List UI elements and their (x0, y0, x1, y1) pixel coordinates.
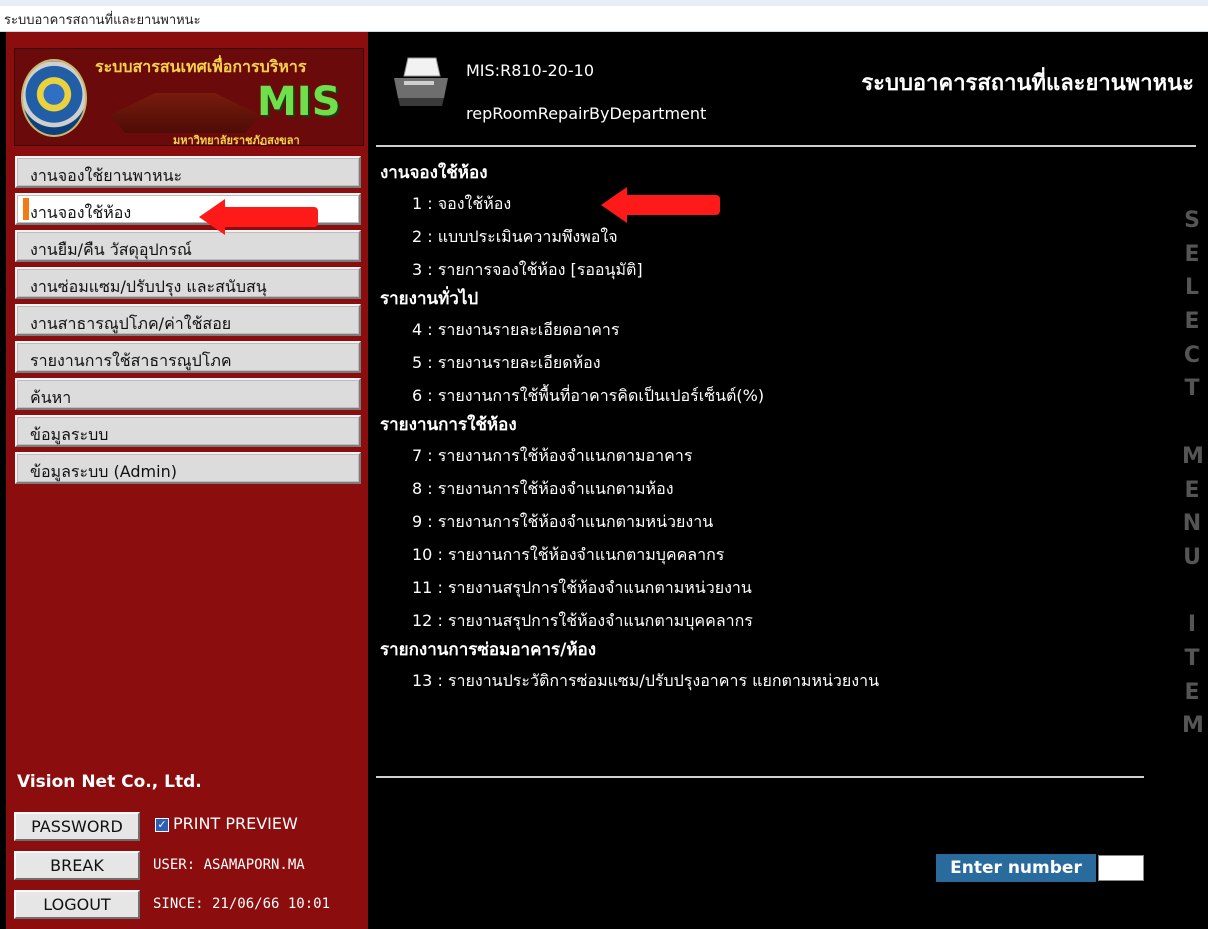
menu-item[interactable]: 6 : รายงานการใช้พื้นที่อาคารคิดเป็นเปอร์… (380, 379, 1160, 412)
vertical-letter: T (1184, 645, 1200, 671)
vertical-letter: M (1182, 713, 1204, 739)
sidebar-item-label: ข้อมูลระบบ (Admin) (30, 462, 177, 481)
sidebar-item-label: งานจองใช้ยานพาหนะ (30, 166, 183, 185)
annotation-arrow-head (199, 199, 225, 235)
active-marker (23, 235, 29, 257)
active-marker (23, 161, 29, 183)
annotation-arrow-head (601, 187, 627, 223)
active-marker (23, 272, 29, 294)
titlebar-strip (0, 0, 1208, 6)
active-marker (23, 309, 29, 331)
header-divider (376, 145, 1196, 147)
break-button[interactable]: BREAK (14, 851, 140, 880)
enter-number-label: Enter number (936, 854, 1096, 882)
list-divider (376, 776, 1144, 778)
mis-logo: ระบบสารสนเทศเพื่อการบริหาร MIS มหาวิทยาล… (14, 48, 364, 146)
menu-item[interactable]: 5 : รายงานรายละเอียดห้อง (380, 346, 1160, 379)
sidebar-menu: งานจองใช้ยานพาหนะ งานจองใช้ห้อง งานยืม/คืน… (15, 156, 361, 489)
menu-group-title: รายงานการใช้ห้อง (380, 415, 517, 435)
vertical-letter: E (1184, 477, 1200, 503)
sidebar-item[interactable]: ข้อมูลระบบ (15, 415, 361, 447)
menu-item[interactable]: 3 : รายการจองใช้ห้อง [รออนุมัติ] (380, 253, 1160, 286)
vertical-letter: M (1182, 443, 1204, 469)
sidebar-item[interactable]: งานสาธารณูปโภค/ค่าใช้สอย (15, 304, 361, 336)
menu-item[interactable]: 10 : รายงานการใช้ห้องจำแนกตามบุคคลากร (380, 538, 1160, 571)
logout-button[interactable]: LOGOUT (14, 890, 140, 919)
menu-group-title: รายงานทั่วไป (380, 289, 479, 309)
sidebar-item[interactable]: งานซ่อมแซม/ปรับปรุง และสนับสนุ (15, 267, 361, 299)
sidebar-item[interactable]: รายงานการใช้สาธารณูปโภค (15, 341, 361, 373)
sidebar-item-label: งานยืม/คืน วัสดุอุปกรณ์ (30, 240, 192, 259)
password-button[interactable]: PASSWORD (14, 812, 140, 841)
sidebar-item-label: งานซ่อมแซม/ปรับปรุง และสนับสนุ (30, 277, 267, 296)
sidebar-item[interactable]: ข้อมูลระบบ (Admin) (15, 452, 361, 484)
report-name: repRoomRepairByDepartment (466, 104, 707, 123)
sidebar: ระบบสารสนเทศเพื่อการบริหาร MIS มหาวิทยาล… (6, 32, 368, 929)
vertical-letter: T (1184, 376, 1200, 402)
active-marker (23, 383, 29, 405)
select-menu-item-vertical-text: SELECT MENU ITEM (1182, 208, 1204, 747)
menu-item[interactable]: 13 : รายงานประวัติการซ่อมแซม/ปรับปรุงอาค… (380, 664, 1160, 697)
logo-text-bottom: มหาวิทยาลัยราชภัฏสงขลา (173, 134, 300, 146)
menu-item[interactable]: 12 : รายงานสรุปการใช้ห้องจำแนกตามบุคคลาก… (380, 604, 1160, 637)
window-title: ระบบอาคารสถานที่และยานพาหนะ (4, 13, 201, 28)
session-since: SINCE: 21/06/66 10:01 (153, 896, 331, 912)
system-title: ระบบอาคารสถานที่และยานพาหนะ (861, 71, 1194, 96)
active-marker (23, 346, 29, 368)
print-preview-label: PRINT PREVIEW (173, 814, 298, 833)
print-preview-checkbox[interactable]: ✓ (155, 818, 169, 832)
enter-number-panel: Enter number (936, 854, 1148, 882)
sidebar-item-label: ค้นหา (30, 388, 72, 407)
report-code: MIS:R810-20-10 (466, 61, 594, 80)
vertical-letter: S (1184, 208, 1200, 233)
vertical-letter: E (1184, 309, 1200, 335)
vertical-letter: E (1184, 241, 1200, 267)
vertical-letter (1182, 579, 1202, 613)
vertical-letter: C (1183, 342, 1201, 368)
report-menu-list: งานจองใช้ห้อง 1 : จองใช้ห้อง 2 : แบบประเมิ… (380, 160, 1160, 697)
active-marker (23, 198, 29, 220)
vertical-letter: I (1187, 612, 1197, 638)
user-info: USER: ASAMAPORN.MA (153, 857, 305, 873)
printer-icon (394, 57, 448, 106)
annotation-arrow-shaft (625, 195, 720, 215)
vertical-letter: N (1182, 511, 1202, 537)
menu-item[interactable]: 1 : จองใช้ห้อง (380, 187, 1160, 220)
menu-item[interactable]: 9 : รายงานการใช้ห้องจำแนกตามหน่วยงาน (380, 505, 1160, 538)
sidebar-item[interactable]: ค้นหา (15, 378, 361, 410)
sidebar-item[interactable]: งานจองใช้ยานพาหนะ (15, 156, 361, 188)
building-roof-icon (110, 93, 260, 133)
sidebar-item-label: รายงานการใช้สาธารณูปโภค (30, 351, 232, 370)
company-name: Vision Net Co., Ltd. (17, 772, 202, 792)
menu-group-title: รายกงานการซ่อมอาคาร/ห้อง (380, 640, 597, 660)
logo-text-mis: MIS (257, 79, 341, 125)
menu-group-title: งานจองใช้ห้อง (380, 163, 488, 183)
university-seal-icon (21, 59, 87, 137)
sidebar-item[interactable]: งานยืม/คืน วัสดุอุปกรณ์ (15, 230, 361, 262)
annotation-arrow-shaft (223, 207, 318, 227)
menu-item[interactable]: 2 : แบบประเมินความพึงพอใจ (380, 220, 1160, 253)
menu-item[interactable]: 4 : รายงานรายละเอียดอาคาร (380, 313, 1160, 346)
vertical-letter: U (1183, 544, 1201, 570)
sidebar-item-label: งานสาธารณูปโภค/ค่าใช้สอย (30, 314, 232, 333)
main-panel: MIS:R810-20-10 repRoomRepairByDepartment… (368, 32, 1208, 929)
vertical-letter: L (1184, 275, 1200, 301)
menu-item[interactable]: 8 : รายงานการใช้ห้องจำแนกตามห้อง (380, 472, 1160, 505)
enter-number-input[interactable] (1098, 855, 1144, 881)
sidebar-item-label: ข้อมูลระบบ (30, 425, 109, 444)
vertical-letter (1182, 410, 1202, 444)
active-marker (23, 457, 29, 479)
active-marker (23, 420, 29, 442)
window-titlebar: ระบบอาคารสถานที่และยานพาหนะ (0, 0, 1208, 32)
vertical-letter: E (1184, 679, 1200, 705)
menu-item[interactable]: 11 : รายงานสรุปการใช้ห้องจำแนกตามหน่วยงา… (380, 571, 1160, 604)
menu-item[interactable]: 7 : รายงานการใช้ห้องจำแนกตามอาคาร (380, 439, 1160, 472)
logo-text-top: ระบบสารสนเทศเพื่อการบริหาร (95, 57, 307, 76)
